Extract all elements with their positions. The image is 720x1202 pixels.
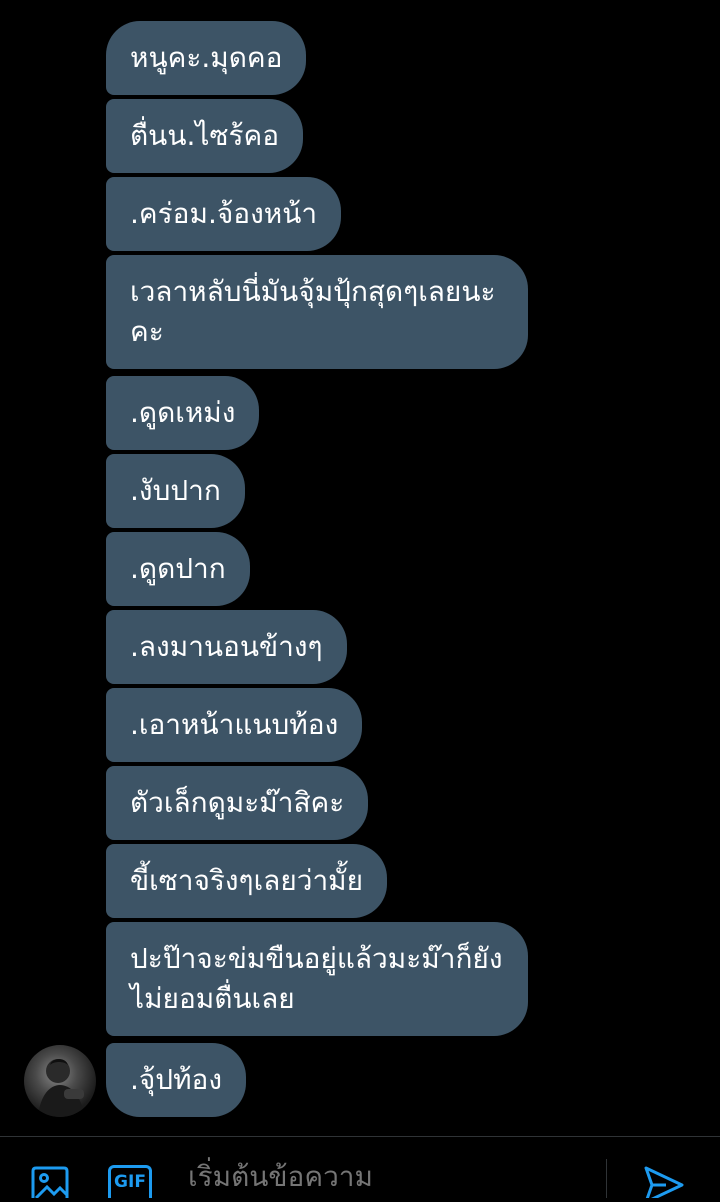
send-icon [644, 1166, 684, 1202]
message-bubble[interactable]: ตัวเล็กดูมะม๊าสิคะ [106, 766, 369, 840]
message-bubble[interactable]: .เอาหน้าแนบท้อง [106, 688, 363, 762]
message-bubble[interactable]: ปะป๊าจะข่มขืนอยู่แล้วมะม๊าก็ยังไม่ยอมตื่… [106, 922, 528, 1036]
message-input[interactable] [188, 1155, 588, 1198]
send-button[interactable] [642, 1165, 686, 1202]
message-bubble[interactable]: .จุ้ปท้อง [106, 1043, 247, 1117]
image-icon [31, 1166, 69, 1200]
composer-divider [606, 1159, 607, 1198]
message-bubble[interactable]: .คร่อม.จ้องหน้า [106, 177, 342, 251]
message-bubble[interactable]: .ดูดปาก [106, 532, 250, 606]
message-bubble[interactable]: .งับปาก [106, 454, 245, 528]
message-thread: หนูคะ.มุดคอ ตื่นน.ไซร้คอ .คร่อม.จ้องหน้า… [0, 0, 720, 1136]
message-bubble[interactable]: ขี้เซาจริงๆเลยว่ามั้ย [106, 844, 388, 918]
avatar-photo [38, 1059, 84, 1117]
message-composer: GIF [0, 1136, 720, 1202]
add-gif-button[interactable]: GIF [108, 1165, 152, 1198]
message-bubble[interactable]: ตื่นน.ไซร้คอ [106, 99, 304, 173]
message-bubble[interactable]: .ดูดเหม่ง [106, 376, 260, 450]
message-bubble[interactable]: .ลงมานอนข้างๆ [106, 610, 347, 684]
sender-avatar[interactable] [24, 1045, 96, 1117]
add-photo-button[interactable] [30, 1165, 70, 1200]
message-bubble[interactable]: หนูคะ.มุดคอ [106, 21, 307, 95]
message-bubble[interactable]: เวลาหลับนี่มันจุ้มปุ้กสุดๆเลยนะคะ [106, 255, 528, 369]
